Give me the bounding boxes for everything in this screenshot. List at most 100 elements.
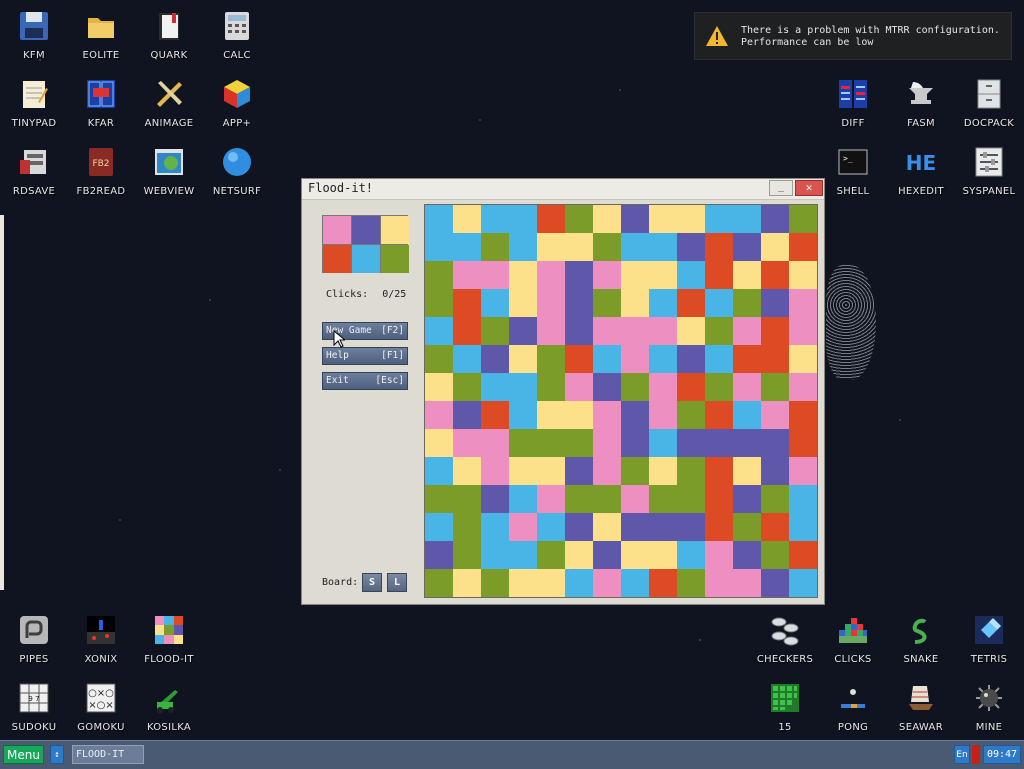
desktop-icon-kfar[interactable]: KFAR <box>67 76 135 129</box>
desktop-icon-floodit[interactable]: FLOOD-IT <box>135 612 203 665</box>
help-shortcut: [F1] <box>381 350 404 361</box>
board-cell <box>649 541 677 569</box>
board-cell <box>537 429 565 457</box>
desktop-icon-kfm[interactable]: KFM <box>0 8 68 61</box>
desktop-icon-sudoku[interactable]: 9 7 SUDOKU <box>0 680 68 733</box>
desktop-icon-webview[interactable]: WEBVIEW <box>135 144 203 197</box>
board-cell <box>621 317 649 345</box>
board-cell <box>621 457 649 485</box>
desktop-icon-pipes[interactable]: PIPES <box>0 612 68 665</box>
desktop-icon-syspanel[interactable]: SYSPANEL <box>955 144 1023 197</box>
desktop-icon-diff[interactable]: DIFF <box>819 76 887 129</box>
color-swatch[interactable] <box>323 216 351 244</box>
folder-icon <box>83 8 119 44</box>
board-cell <box>621 261 649 289</box>
switch-arrow-icon[interactable]: ↕ <box>50 745 64 764</box>
board-cell <box>425 569 453 597</box>
desktop-icon-fasm[interactable]: FASM <box>887 76 955 129</box>
desktop-icon-seawar[interactable]: SEAWAR <box>887 680 955 733</box>
calculator-icon <box>219 8 255 44</box>
board-cell <box>649 457 677 485</box>
desktop-icon-fb2read[interactable]: FB2 FB2READ <box>67 144 135 197</box>
board-cell <box>733 429 761 457</box>
board-cell <box>481 233 509 261</box>
board-cell <box>705 485 733 513</box>
board-cell <box>453 289 481 317</box>
close-button[interactable]: ✕ <box>795 180 823 196</box>
game-board[interactable] <box>424 204 818 598</box>
color-swatch[interactable] <box>352 245 380 273</box>
desktop-icon-shell[interactable]: >_ SHELL <box>819 144 887 197</box>
board-cell <box>593 289 621 317</box>
color-swatch[interactable] <box>381 216 409 244</box>
desktop-icon-netsurf[interactable]: NETSURF <box>203 144 271 197</box>
menu-button[interactable]: Menu <box>3 745 44 764</box>
board-cell <box>453 317 481 345</box>
desktop-icon-animage[interactable]: ANIMAGE <box>135 76 203 129</box>
desktop-icon-clicks[interactable]: CLICKS <box>819 612 887 665</box>
desktop-icon-checkers[interactable]: CHECKERS <box>751 612 819 665</box>
desktop-icon-docpack[interactable]: DOCPACK <box>955 76 1023 129</box>
book-icon: FB2 <box>83 144 119 180</box>
desktop-icon-hexedit[interactable]: HE HEXEDIT <box>887 144 955 197</box>
board-cell <box>761 261 789 289</box>
taskbar-task-flood-it[interactable]: FLOOD-IT <box>72 745 144 764</box>
desktop-icon-tinypad[interactable]: TINYPAD <box>0 76 68 129</box>
svg-text:×○×: ×○× <box>88 700 113 711</box>
color-swatch[interactable] <box>323 245 351 273</box>
desktop-icon-pong[interactable]: PONG <box>819 680 887 733</box>
desktop-icon-quark[interactable]: QUARK <box>135 8 203 61</box>
board-cell <box>509 289 537 317</box>
desktop-icon-eolite[interactable]: EOLITE <box>67 8 135 61</box>
desktop-icon-snake[interactable]: SNAKE <box>887 612 955 665</box>
desktop-icon-appplus[interactable]: APP+ <box>203 76 271 129</box>
board-cell <box>621 345 649 373</box>
desktop-icon-calc[interactable]: CALC <box>203 8 271 61</box>
board-cell <box>593 205 621 233</box>
board-cell <box>481 429 509 457</box>
board-cell <box>425 373 453 401</box>
board-cell <box>677 569 705 597</box>
board-cell <box>621 541 649 569</box>
board-size-large-button[interactable]: L <box>387 573 407 592</box>
clicks-counter: Clicks: 0/25 <box>326 289 406 300</box>
board-cell <box>453 205 481 233</box>
board-cell <box>537 205 565 233</box>
desktop-icon-label: FLOOD-IT <box>144 654 194 665</box>
board-cell <box>733 569 761 597</box>
desktop-icon-rdsave[interactable]: RDSAVE <box>0 144 68 197</box>
board-cell <box>649 345 677 373</box>
desktop-icon-fifteen[interactable]: 15 <box>751 680 819 733</box>
window-titlebar[interactable]: Flood-it! _ ✕ <box>302 179 824 200</box>
desktop-icon-label: GOMOKU <box>77 722 125 733</box>
notification-popup[interactable]: There is a problem with MTRR configurati… <box>694 12 1012 60</box>
board-cell <box>481 485 509 513</box>
desktop-icon-label: DOCPACK <box>963 118 1015 129</box>
board-cell <box>649 233 677 261</box>
color-swatch[interactable] <box>352 216 380 244</box>
clock[interactable]: 09:47 <box>983 745 1021 764</box>
desktop-icon-label: NETSURF <box>212 186 262 197</box>
board-cell <box>453 373 481 401</box>
desktop-icon-mine[interactable]: MINE <box>955 680 1023 733</box>
board-cell <box>565 513 593 541</box>
desktop-icon-kosilka[interactable]: KOSILKA <box>135 680 203 733</box>
board-cell <box>677 457 705 485</box>
board-cell <box>425 541 453 569</box>
board-cell <box>537 289 565 317</box>
desktop-icon-gomoku[interactable]: ○×○ ×○× GOMOKU <box>67 680 135 733</box>
board-cell <box>761 317 789 345</box>
board-cell <box>425 289 453 317</box>
board-cell <box>621 513 649 541</box>
color-swatch[interactable] <box>381 245 409 273</box>
svg-text:FB2: FB2 <box>92 159 109 169</box>
minimize-button[interactable]: _ <box>769 180 793 196</box>
board-cell <box>649 513 677 541</box>
desktop-icon-label: HEXEDIT <box>898 186 944 197</box>
exit-button[interactable]: Exit [Esc] <box>322 372 408 390</box>
keyboard-layout-indicator[interactable]: En <box>954 745 970 764</box>
desktop-icon-xonix[interactable]: XONIX <box>67 612 135 665</box>
desktop-icon-tetris[interactable]: TETRIS <box>955 612 1023 665</box>
board-cell <box>453 345 481 373</box>
board-size-small-button[interactable]: S <box>362 573 382 592</box>
